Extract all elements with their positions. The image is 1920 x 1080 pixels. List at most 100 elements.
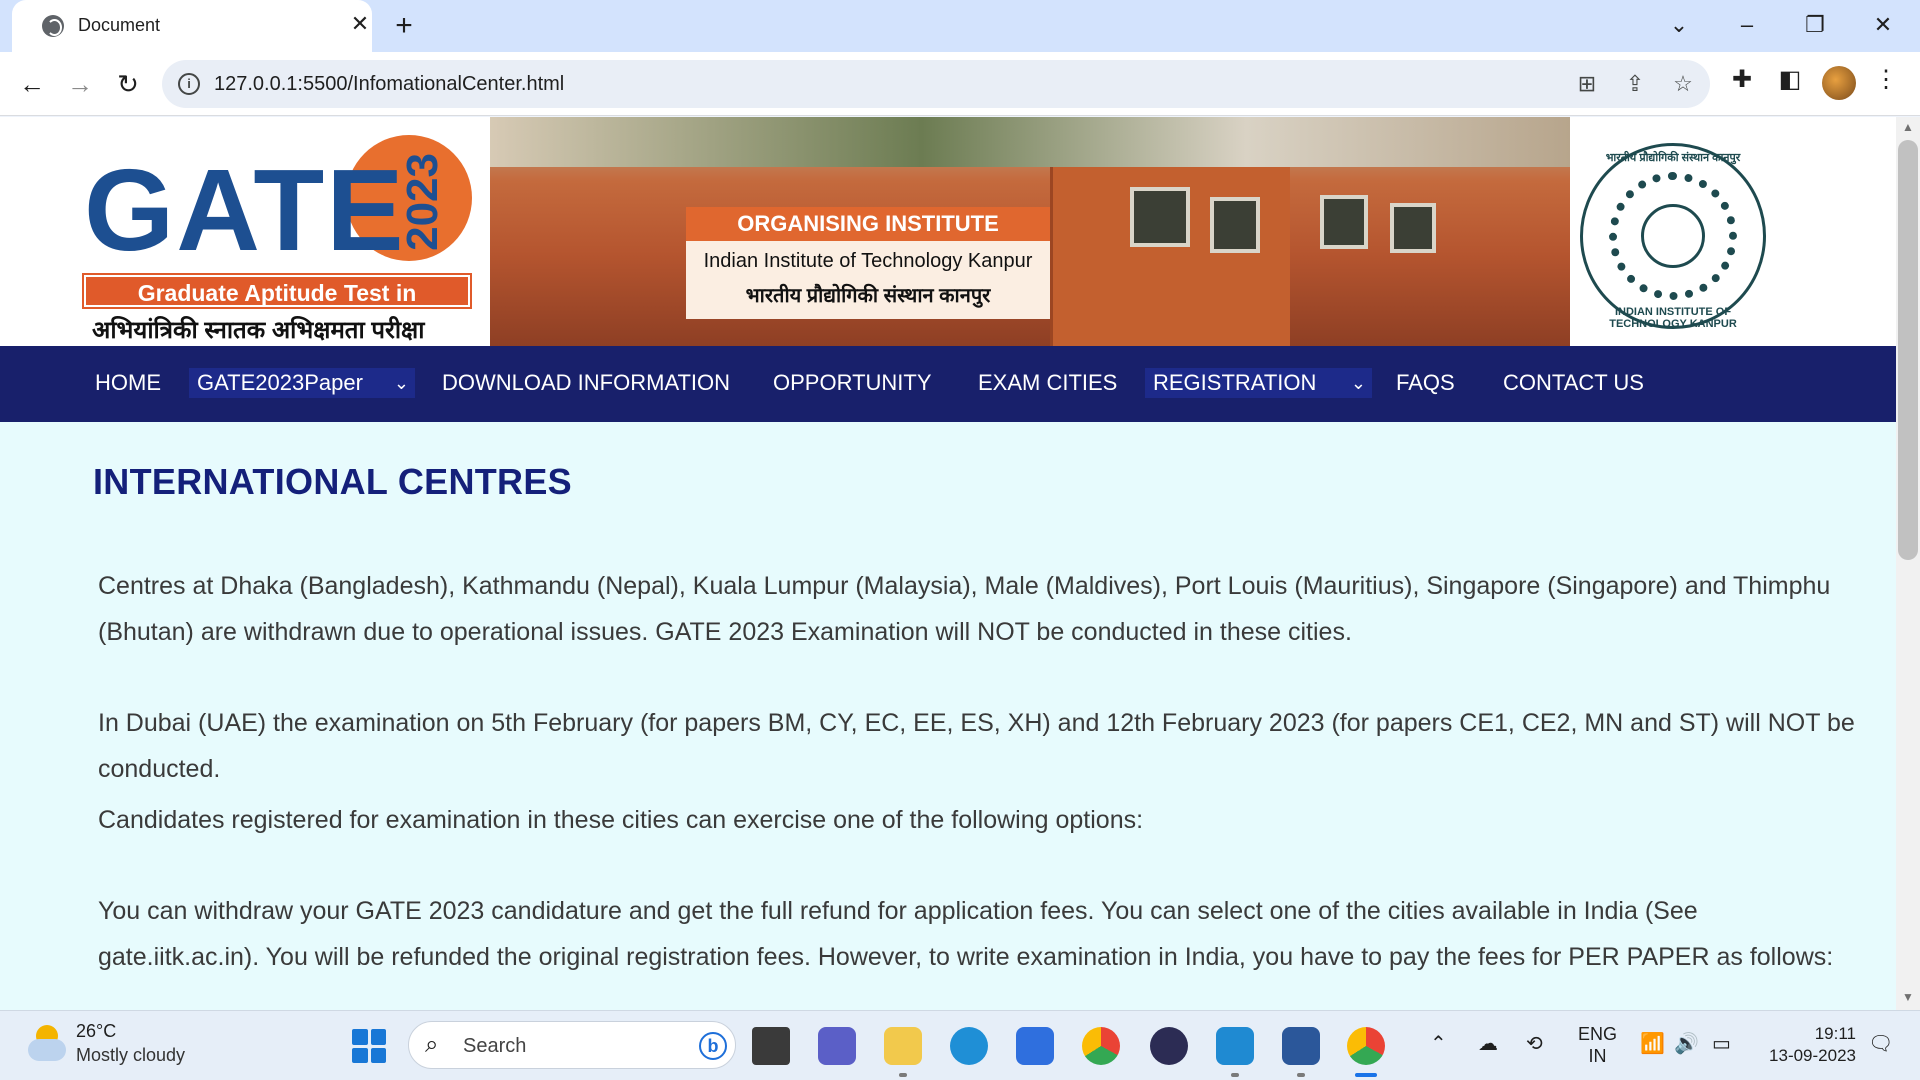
side-panel-icon[interactable]: ◧: [1774, 64, 1806, 96]
paragraph-withdrawn-line-1: Centres at Dhaka (Bangladesh), Kathmandu…: [98, 572, 1831, 600]
tab-title: Document: [78, 15, 161, 35]
battery-icon[interactable]: ▭: [1712, 1031, 1731, 1056]
bookmark-star-icon[interactable]: ☆: [1670, 71, 1696, 97]
chevron-down-icon: ⌄: [393, 373, 409, 393]
new-tab-button[interactable]: +: [390, 11, 418, 41]
seal-emblem: [1641, 204, 1705, 268]
profile-avatar[interactable]: [1822, 66, 1856, 100]
edge-browser-icon[interactable]: [950, 1027, 988, 1065]
notifications-icon[interactable]: 🗨: [1868, 1031, 1893, 1056]
nav-contact-us[interactable]: CONTACT US: [1503, 366, 1644, 400]
header-banner: GATE 2023 Graduate Aptitude Test in Engi…: [0, 117, 1896, 346]
site-info-icon[interactable]: i: [178, 73, 200, 95]
address-bar[interactable]: i 127.0.0.1:5500/InfomationalCenter.html…: [162, 60, 1710, 108]
sync-icon[interactable]: ⟲: [1526, 1031, 1543, 1056]
paper-dropdown-value: GATE2023Paper: [197, 370, 363, 395]
gate-year: 2023: [398, 153, 447, 251]
chevron-down-icon: ⌄: [1350, 373, 1366, 393]
region-code: IN: [1588, 1046, 1607, 1066]
paragraph-refund-line-1: You can withdraw your GATE 2023 candidat…: [98, 897, 1698, 925]
gate-hindi-subtitle: अभियांत्रिकी स्नातक अभिक्षमता परीक्षा: [92, 317, 425, 344]
chrome-icon[interactable]: [1082, 1027, 1120, 1065]
clock-date: 13-09-2023: [1769, 1046, 1856, 1065]
nav-download-information[interactable]: DOWNLOAD INFORMATION: [442, 366, 730, 400]
paper-dropdown[interactable]: GATE2023Paper ⌄: [189, 368, 415, 398]
wifi-icon[interactable]: 📶: [1640, 1031, 1665, 1056]
scroll-down-arrow[interactable]: ▼: [1898, 990, 1918, 1004]
file-explorer-icon[interactable]: [884, 1027, 922, 1065]
translate-icon[interactable]: ⊞: [1574, 71, 1600, 97]
campus-window: [1320, 195, 1368, 249]
microsoft-store-icon[interactable]: [1016, 1027, 1054, 1065]
gate-subtitle: Graduate Aptitude Test in Engineering: [82, 273, 472, 338]
scroll-up-arrow[interactable]: ▲: [1898, 120, 1918, 134]
app-running-indicator: [1297, 1073, 1305, 1077]
task-view-icon[interactable]: [752, 1027, 790, 1065]
active-app-indicator: [1355, 1073, 1377, 1077]
weather-temperature[interactable]: 26°C: [76, 1021, 116, 1042]
search-placeholder: Search: [463, 1035, 527, 1057]
close-window-button[interactable]: ✕: [1868, 10, 1898, 40]
scrollbar-thumb[interactable]: [1898, 140, 1918, 560]
onedrive-cloud-icon[interactable]: ☁: [1478, 1031, 1498, 1056]
menu-icon[interactable]: ⋮: [1870, 64, 1902, 96]
paragraph-refund-line-2: gate.iitk.ac.in). You will be refunded t…: [98, 943, 1834, 971]
nav-home[interactable]: HOME: [95, 366, 161, 400]
tab-search-icon[interactable]: ⌄: [1664, 10, 1694, 40]
organising-institute-box: ORGANISING INSTITUTE Indian Institute of…: [686, 207, 1050, 319]
language-code: ENG: [1578, 1024, 1618, 1044]
registration-dropdown[interactable]: REGISTRATION ⌄: [1145, 368, 1372, 398]
seal-text-top: भारतीय प्रौद्योगिकी संस्थान कानपुर: [1605, 152, 1741, 164]
bing-icon[interactable]: b: [699, 1032, 727, 1060]
registration-dropdown-value: REGISTRATION: [1153, 370, 1317, 395]
paragraph-options: Candidates registered for examination in…: [98, 806, 1144, 834]
search-icon: ⌕: [425, 1031, 439, 1058]
extensions-icon[interactable]: ✚: [1726, 64, 1758, 96]
gate-logo: GATE 2023 Graduate Aptitude Test in Engi…: [82, 125, 484, 345]
volume-icon[interactable]: 🔊: [1674, 1031, 1699, 1056]
main-navbar: HOME GATE2023Paper ⌄ DOWNLOAD INFORMATIO…: [0, 346, 1896, 422]
back-button[interactable]: ←: [14, 66, 50, 102]
gate-wordmark: GATE: [84, 145, 406, 275]
language-indicator[interactable]: ENG IN: [1578, 1023, 1617, 1067]
campus-photo: ORGANISING INSTITUTE Indian Institute of…: [490, 117, 1570, 346]
iitk-seal-logo: भारतीय प्रौद्योगिकी संस्थान कानपुर INDIA…: [1580, 143, 1766, 330]
campus-window: [1130, 187, 1190, 247]
paragraph-dubai-line-2: conducted.: [98, 755, 221, 783]
tab-strip: Document ✕ + ⌄ – ❐ ✕: [0, 0, 1920, 52]
clock-time: 19:11: [1814, 1024, 1856, 1043]
nav-opportunity[interactable]: OPPORTUNITY: [773, 366, 932, 400]
nav-exam-cities[interactable]: EXAM CITIES: [978, 366, 1117, 400]
paragraph-dubai-line-1: In Dubai (UAE) the examination on 5th Fe…: [98, 709, 1855, 737]
globe-icon: [42, 15, 64, 37]
chrome-profile-icon[interactable]: [1347, 1027, 1385, 1065]
eclipse-icon[interactable]: [1150, 1027, 1188, 1065]
browser-toolbar: ← → ↻ i 127.0.0.1:5500/InfomationalCente…: [0, 52, 1920, 116]
app-running-indicator: [1231, 1073, 1239, 1077]
word-icon[interactable]: [1282, 1027, 1320, 1065]
url-text[interactable]: 127.0.0.1:5500/InfomationalCenter.html: [214, 73, 564, 96]
show-hidden-icons-chevron[interactable]: ⌃: [1430, 1031, 1447, 1056]
paragraph-withdrawn-line-2: (Bhutan) are withdrawn due to operationa…: [98, 618, 1352, 646]
org-name-hindi: भारतीय प्रौद्योगिकी संस्थान कानपुर: [745, 285, 991, 307]
nav-faqs[interactable]: FAQS: [1396, 366, 1455, 400]
windows-taskbar: 26°C Mostly cloudy ⌕ Search b ⌃ ☁ ⟲ ENG …: [0, 1010, 1920, 1080]
org-body: Indian Institute of Technology Kanpur भा…: [686, 241, 1050, 319]
forward-button[interactable]: →: [62, 66, 98, 102]
vscode-icon[interactable]: [1216, 1027, 1254, 1065]
windows-start-icon[interactable]: [352, 1029, 386, 1063]
weather-description[interactable]: Mostly cloudy: [76, 1045, 185, 1066]
campus-sky: [490, 117, 1570, 167]
reload-button[interactable]: ↻: [110, 66, 146, 102]
system-clock[interactable]: 19:11 13-09-2023: [1756, 1023, 1856, 1067]
close-tab-icon[interactable]: ✕: [348, 12, 372, 36]
weather-cloudy-icon[interactable]: [26, 1025, 66, 1063]
restore-button[interactable]: ❐: [1800, 10, 1830, 40]
browser-tab[interactable]: Document ✕: [12, 0, 372, 52]
taskbar-search[interactable]: ⌕ Search b: [408, 1021, 736, 1069]
org-name-english: Indian Institute of Technology Kanpur: [703, 250, 1033, 272]
teams-chat-icon[interactable]: [818, 1027, 856, 1065]
app-running-indicator: [899, 1073, 907, 1077]
minimize-button[interactable]: –: [1732, 10, 1762, 40]
share-icon[interactable]: ⇪: [1622, 71, 1648, 97]
